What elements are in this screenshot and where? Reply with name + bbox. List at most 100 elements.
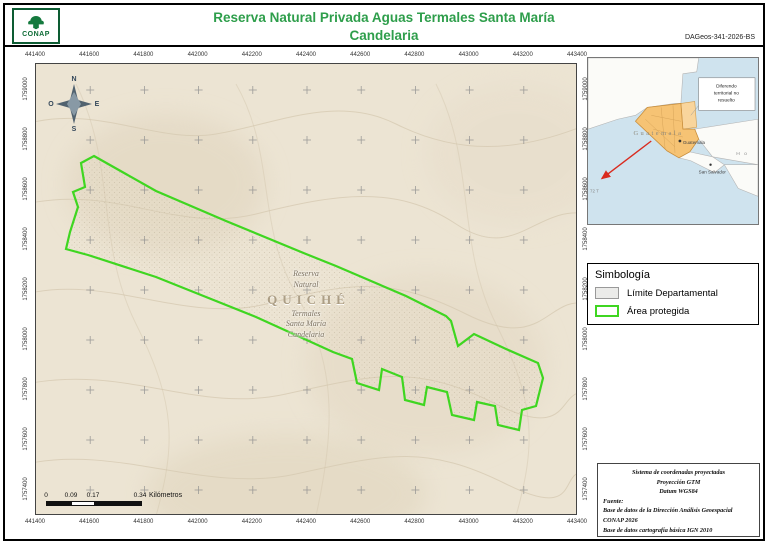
scale-tick-label: 0.34: [134, 492, 147, 499]
grid-label-x-bottom: 442000: [188, 519, 208, 525]
grid-label-x-top: 441600: [79, 52, 99, 58]
edge-coordinate-label: 72 T: [590, 188, 599, 193]
grid-label-x-bottom: 441400: [25, 519, 45, 525]
legend-label: Área protegida: [627, 306, 689, 317]
grid-label-y-left: 1757400: [23, 477, 29, 500]
grid-label-x-top: 442200: [242, 52, 262, 58]
grid-label-x-top: 443000: [459, 52, 479, 58]
grid-label-y-left: 1758200: [23, 277, 29, 300]
credit-line: CONAP 2026: [603, 516, 754, 526]
compass-s-label: S: [72, 126, 77, 132]
legend-swatch: [595, 287, 619, 299]
grid-label-y-left: 1758400: [23, 227, 29, 250]
grid-label-x-top: 441400: [25, 52, 45, 58]
map-title-line2: Candelaria: [125, 27, 643, 45]
scale-bar: 0 0.09 0.17 0.34Kilómetros: [46, 492, 216, 514]
grid-label-y-right: 1757400: [583, 477, 589, 500]
conap-emblem-icon: [25, 15, 47, 30]
legend: Simbología Límite Departamental Área prot…: [587, 263, 759, 325]
grid-label-x-bottom: 441800: [133, 519, 153, 525]
scale-bar-graphic: [46, 501, 142, 506]
note-line-1: Diferendo: [716, 84, 737, 90]
grid-label-y-right: 1757800: [583, 377, 589, 400]
grid-label-x-top: 443200: [513, 52, 533, 58]
grid-label-x-bottom: 443000: [459, 519, 479, 525]
grid-label-y-right: 1759000: [583, 77, 589, 100]
area-label-line: Termales: [211, 309, 401, 320]
scale-tick-label: 0.17: [87, 492, 100, 499]
grid-label-x-bottom: 441600: [79, 519, 99, 525]
area-label-line: Reserva: [211, 269, 401, 280]
guatemala-city-dot: [679, 140, 682, 143]
scale-bar-segment: [47, 502, 72, 505]
grid-label-x-bottom: 442800: [404, 519, 424, 525]
scale-tick-label: 0: [44, 492, 48, 499]
belize-shape: [681, 101, 697, 129]
grid-label-y-right: 1757600: [583, 427, 589, 450]
grid-label-y-left: 1758800: [23, 127, 29, 150]
grid-label-y-right: 1758600: [583, 177, 589, 200]
scale-bar-segment: [72, 502, 94, 505]
grid-label-x-top: 442800: [404, 52, 424, 58]
grid-label-y-right: 1758200: [583, 277, 589, 300]
grid-label-y-right: 1758000: [583, 327, 589, 350]
grid-label-x-bottom: 443400: [567, 519, 587, 525]
grid-label-x-bottom: 443200: [513, 519, 533, 525]
note-line-3: resuelto: [718, 97, 735, 103]
header: CONAP Reserva Natural Privada Aguas Term…: [5, 5, 763, 47]
grid-label-y-right: 1758400: [583, 227, 589, 250]
conap-logo: CONAP: [12, 8, 60, 44]
compass-e-label: E: [95, 101, 100, 108]
compass-n-label: N: [71, 76, 76, 83]
grid-label-x-top: 443400: [567, 52, 587, 58]
area-label: ReservaNaturalQUICHÉTermalesSanta MaríaC…: [211, 269, 401, 341]
main-map: N S E O ReservaNaturalQUICHÉTermalesSant…: [35, 63, 577, 515]
honduras-label: H o: [736, 151, 748, 157]
legend-label: Límite Departamental: [627, 288, 718, 299]
legend-item: Área protegida: [595, 305, 751, 317]
area-label-line: Candelaria: [211, 330, 401, 341]
compass-rose-icon: N S E O: [46, 72, 102, 132]
scale-tick-label: 0.09: [65, 492, 78, 499]
department-watermark: QUICHÉ: [216, 292, 401, 308]
legend-item: Límite Departamental: [595, 287, 751, 299]
map-title: Reserva Natural Privada Aguas Termales S…: [125, 9, 643, 44]
country-watermark: Guatemala: [633, 130, 683, 137]
credits-box: Sistema de coordenadas proyectadasProyec…: [597, 463, 760, 537]
grid-label-x-top: 441800: [133, 52, 153, 58]
inset-map: Guatemala Guatemala San Salvador H o 72 …: [587, 57, 759, 225]
grid-label-x-top: 442400: [296, 52, 316, 58]
compass-rose: N S E O: [46, 72, 102, 137]
area-label-line: Natural: [211, 280, 401, 291]
legend-items: Límite Departamental Área protegida: [595, 287, 751, 317]
grid-label-x-bottom: 442400: [296, 519, 316, 525]
inset-map-svg: Guatemala Guatemala San Salvador H o 72 …: [588, 58, 758, 224]
credit-line: Datum WGS84: [603, 487, 754, 497]
scale-unit-label: Kilómetros: [149, 492, 182, 499]
grid-label-x-bottom: 442600: [350, 519, 370, 525]
grid-label-x-top: 442000: [188, 52, 208, 58]
grid-label-y-left: 1757800: [23, 377, 29, 400]
document-id: DAGeos-341-2026-BS: [685, 34, 755, 41]
grid-label-x-bottom: 442200: [242, 519, 262, 525]
grid-label-y-left: 1757600: [23, 427, 29, 450]
credit-line: Sistema de coordenadas proyectadas: [603, 468, 754, 478]
grid-label-y-right: 1758800: [583, 127, 589, 150]
guatemala-city-label: Guatemala: [683, 140, 706, 145]
grid-label-x-top: 442600: [350, 52, 370, 58]
credit-line: Fuente:: [603, 497, 754, 507]
credit-line: Base de datos de la Dirección Análisis G…: [603, 506, 754, 516]
credit-line: Base de datos cartografía básica IGN 201…: [603, 526, 754, 536]
legend-swatch: [595, 305, 619, 317]
san-salvador-label: San Salvador: [699, 170, 727, 175]
san-salvador-dot: [709, 164, 711, 166]
credit-line: Proyección GTM: [603, 478, 754, 488]
compass-o-label: O: [48, 101, 54, 108]
legend-title: Simbología: [595, 269, 751, 281]
map-title-line1: Reserva Natural Privada Aguas Termales S…: [125, 9, 643, 27]
map-sheet: CONAP Reserva Natural Privada Aguas Term…: [3, 3, 765, 541]
scale-bar-segment: [94, 502, 141, 505]
grid-label-y-left: 1758600: [23, 177, 29, 200]
grid-label-y-left: 1758000: [23, 327, 29, 350]
grid-label-y-left: 1759000: [23, 77, 29, 100]
